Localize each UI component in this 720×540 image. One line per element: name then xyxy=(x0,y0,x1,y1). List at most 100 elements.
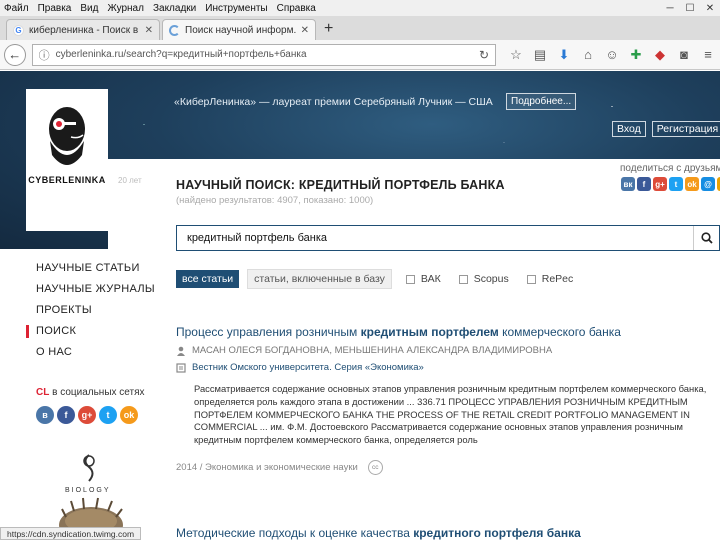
vk-icon[interactable]: в xyxy=(36,406,54,424)
result-abstract: Рассматривается содержание основных этап… xyxy=(194,383,707,446)
gplus-icon[interactable]: g+ xyxy=(653,177,667,191)
search-filters: все статьи статьи, включенные в базу ВАК… xyxy=(176,269,591,289)
checkbox-label: RePec xyxy=(541,273,574,285)
menu-item[interactable]: Справка xyxy=(277,3,316,14)
filter-included-in-base[interactable]: статьи, включенные в базу xyxy=(247,269,392,289)
nav-item-about[interactable]: О НАС xyxy=(36,346,72,358)
web-page: «КиберЛенинка» — лауреат премии Серебрян… xyxy=(0,71,720,540)
facebook-icon[interactable]: f xyxy=(57,406,75,424)
result-title-link[interactable]: Процесс управления розничным кредитным п… xyxy=(176,325,720,339)
title-part: Методические подходы к оценке качества xyxy=(176,526,414,540)
result-authors: МАСАН ОЛЕСЯ БОГДАНОВНА, МЕНЬШЕНИНА АЛЕКС… xyxy=(176,345,552,356)
new-tab-icon[interactable]: + xyxy=(324,20,333,40)
twitter-icon[interactable]: t xyxy=(669,177,683,191)
gplus-icon[interactable]: g+ xyxy=(78,406,96,424)
window-controls: ─ ☐ ✕ xyxy=(660,0,720,16)
toolbar-icons: ☆ ▤ ⬇ ⌂ ☺ ✚ ◆ ◙ ≡ xyxy=(504,47,720,63)
info-icon[interactable]: ⓘ xyxy=(39,47,50,63)
result-title-link[interactable]: Методические подходы к оценке качества к… xyxy=(176,526,720,540)
status-bar: https://cdn.syndication.twimg.com xyxy=(0,527,142,540)
page-title: НАУЧНЫЙ ПОИСК: КРЕДИТНЫЙ ПОРТФЕЛЬ БАНКА xyxy=(176,178,505,192)
checkbox-label: ВАК xyxy=(420,273,441,285)
chat-icon[interactable]: ☺ xyxy=(600,47,624,62)
close-tab-icon[interactable]: ✕ xyxy=(145,25,153,36)
nav-item-journals[interactable]: НАУЧНЫЕ ЖУРНАЛЫ xyxy=(36,283,155,295)
filter-repec-checkbox[interactable]: RePec xyxy=(526,273,574,285)
address-bar[interactable]: ⓘ cyberleninka.ru/search?q=кредитный+пор… xyxy=(31,43,496,66)
social-label-text: в социальных сетях xyxy=(49,387,145,398)
register-button[interactable]: Регистрация xyxy=(651,121,720,137)
menu-item[interactable]: Журнал xyxy=(107,3,144,14)
bookmark-star-icon[interactable]: ☆ xyxy=(504,47,528,63)
vk-icon[interactable]: вк xyxy=(621,177,635,191)
announcement-text: «КиберЛенинка» — лауреат премии Серебрян… xyxy=(174,96,493,108)
login-button[interactable]: Вход xyxy=(612,121,646,137)
title-highlight: кредитным портфелем xyxy=(360,325,499,339)
facebook-icon[interactable]: f xyxy=(637,177,651,191)
close-icon[interactable]: ✕ xyxy=(700,0,720,16)
loading-icon xyxy=(169,24,180,36)
pocket-icon[interactable]: ◆ xyxy=(648,47,672,63)
close-tab-icon[interactable]: ✕ xyxy=(301,25,309,36)
nav-item-articles[interactable]: НАУЧНЫЕ СТАТЬИ xyxy=(36,262,140,274)
url-text: cyberleninka.ru/search?q=кредитный+портф… xyxy=(55,49,307,60)
journal-icon xyxy=(176,362,186,373)
journal-text: Вестник Омского университета. Серия «Эко… xyxy=(192,362,424,373)
mailru-icon[interactable]: @ xyxy=(701,177,715,191)
home-icon[interactable]: ⌂ xyxy=(576,47,600,62)
menu-item[interactable]: Файл xyxy=(4,3,29,14)
search-box xyxy=(176,225,720,251)
minimize-icon[interactable]: ─ xyxy=(660,0,680,16)
logo-text: CYBERLENINKA xyxy=(28,175,106,185)
download-icon[interactable]: ⬇ xyxy=(552,47,576,63)
result-journal[interactable]: Вестник Омского университета. Серия «Эко… xyxy=(176,362,424,373)
filter-scopus-checkbox[interactable]: Scopus xyxy=(458,273,509,285)
menu-item[interactable]: Закладки xyxy=(153,3,196,14)
tab-google-search[interactable]: G киберленинка - Поиск в ... ✕ xyxy=(6,19,160,40)
maximize-icon[interactable]: ☐ xyxy=(680,0,700,16)
filter-vak-checkbox[interactable]: ВАК xyxy=(405,273,441,285)
share-icons: вкfg+tok@+ xyxy=(621,177,720,191)
back-icon[interactable]: ← xyxy=(4,43,26,66)
auth-links: Вход Регистрация xyxy=(612,121,720,137)
title-part: Процесс управления розничным xyxy=(176,325,361,339)
more-button[interactable]: Подробнее... xyxy=(506,93,577,110)
social-label: CL в социальных сетях xyxy=(36,387,145,398)
result-meta: 2014 / Экономика и экономические науки c… xyxy=(176,460,383,475)
ad-text: BIOLOGY xyxy=(65,487,111,494)
tab-title: Поиск научной информ... xyxy=(185,24,297,36)
search-result: Процесс управления розничным кредитным п… xyxy=(176,325,720,485)
site-logo[interactable] xyxy=(26,89,108,231)
navigation-bar: ← ⓘ cyberleninka.ru/search?q=кредитный+п… xyxy=(0,40,720,70)
nav-item-projects[interactable]: ПРОЕКТЫ xyxy=(36,304,92,316)
menu-icon[interactable]: ≡ xyxy=(696,47,720,62)
lenin-logo-icon xyxy=(26,89,108,231)
search-stats: (найдено результатов: 4907, показано: 10… xyxy=(176,195,374,206)
menu-item[interactable]: Инструменты xyxy=(205,3,267,14)
odnoklassniki-icon[interactable]: ok xyxy=(685,177,699,191)
social-icons: в f g+ t ok xyxy=(36,406,141,424)
menu-item[interactable]: Вид xyxy=(80,3,98,14)
reload-icon[interactable]: ↻ xyxy=(479,48,489,62)
result-year-category: 2014 / Экономика и экономические науки xyxy=(176,462,358,473)
search-input[interactable] xyxy=(177,232,693,244)
google-icon: G xyxy=(13,24,24,36)
browser-menubar: Файл Правка Вид Журнал Закладки Инструменты Сп… xyxy=(0,0,720,16)
title-part: коммерческого банка xyxy=(498,325,621,339)
authors-text: МАСАН ОЛЕСЯ БОГДАНОВНА, МЕНЬШЕНИНА АЛЕКС… xyxy=(192,345,553,356)
filter-all-articles[interactable]: все статьи xyxy=(176,270,240,288)
search-icon[interactable] xyxy=(693,226,719,250)
search-result: Методические подходы к оценке качества к… xyxy=(176,526,720,540)
nav-item-search[interactable]: ПОИСК xyxy=(25,325,76,338)
cl-mark: CL xyxy=(36,387,50,398)
author-icon xyxy=(177,346,185,356)
extension-icon[interactable]: ✚ xyxy=(624,47,648,63)
menu-item[interactable]: Правка xyxy=(38,3,72,14)
odnoklassniki-icon[interactable]: ok xyxy=(120,406,138,424)
twitter-icon[interactable]: t xyxy=(99,406,117,424)
share-label: поделиться с друзьями xyxy=(620,163,720,174)
reading-list-icon[interactable]: ▤ xyxy=(528,47,552,63)
camera-icon[interactable]: ◙ xyxy=(672,47,696,62)
tab-title: киберленинка - Поиск в ... xyxy=(29,24,141,36)
tab-cyberleninka-search[interactable]: Поиск научной информ... ✕ xyxy=(162,19,316,40)
